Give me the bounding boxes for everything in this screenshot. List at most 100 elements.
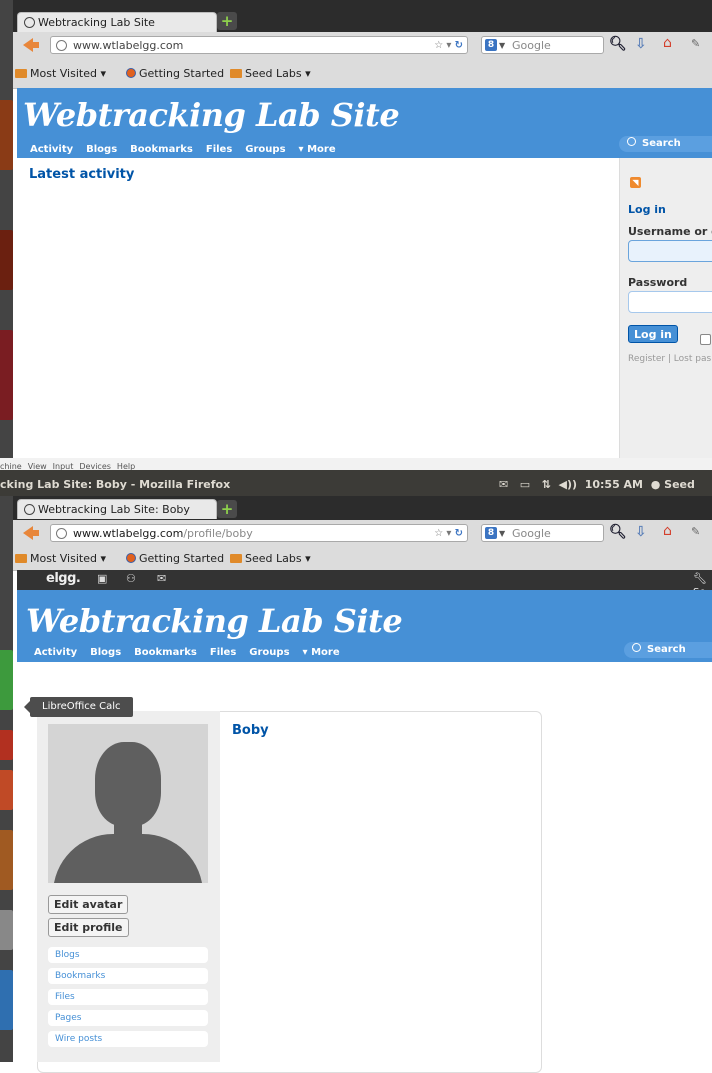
nav-blogs[interactable]: Blogs [86, 144, 117, 155]
launcher-item[interactable] [0, 770, 13, 810]
launcher-item[interactable] [0, 100, 13, 170]
edit-avatar-button[interactable]: Edit avatar [48, 895, 129, 914]
bookmark-getting-started[interactable]: Getting Started [126, 67, 224, 80]
window-title: cking Lab Site: Boby - Mozilla Firefox [0, 478, 231, 491]
launcher-item[interactable] [0, 970, 13, 1030]
login-button[interactable]: Log in [628, 325, 678, 343]
firefox-icon [126, 68, 136, 78]
user-icon: ● [650, 478, 661, 491]
friends-icon[interactable]: ⚇ [126, 572, 136, 585]
password-input[interactable] [628, 291, 712, 313]
profile-icon[interactable]: ▣ [97, 572, 107, 585]
bottom-browser-tab[interactable]: Webtracking Lab Site: Boby [17, 499, 217, 519]
rss-icon[interactable]: ◥ [630, 177, 641, 188]
bookmark-seed-labs[interactable]: Seed Labs ▾ [230, 67, 311, 80]
folder-icon [15, 69, 27, 78]
top-tab-bar: Webtracking Lab Site + [13, 0, 712, 32]
profile-avatar[interactable] [48, 724, 208, 883]
back-arrow-icon[interactable] [23, 526, 39, 540]
url-actions: ☆ ▾ ↻ [434, 528, 463, 539]
tab-title: Webtracking Lab Site: Boby [38, 503, 190, 516]
nav-bookmarks[interactable]: Bookmarks [134, 647, 197, 658]
chevron-down-icon: ▼ [499, 529, 506, 538]
nav-groups[interactable]: Groups [249, 647, 289, 658]
owner-link-blogs[interactable]: Blogs [48, 947, 208, 963]
bottom-bookmarks-bar: Most Visited ▾ Getting Started Seed Labs… [13, 546, 712, 571]
download-icon[interactable]: ⇩ [635, 35, 647, 53]
top-browser-tab[interactable]: Webtracking Lab Site [17, 12, 217, 32]
nav-more[interactable]: ▾ More [303, 647, 353, 658]
bottom-url-bar[interactable]: www.wtlabelgg.com/profile/boby ☆ ▾ ↻ [50, 524, 468, 542]
battery-icon[interactable]: ▭ [520, 478, 530, 491]
vm-menu-bar: chine View Input Devices Help [0, 458, 712, 471]
remember-me-checkbox[interactable] [700, 334, 711, 345]
launcher-item[interactable] [0, 910, 13, 950]
site-nav: Activity Blogs Bookmarks Files Groups ▾ More [30, 144, 362, 155]
launcher-item[interactable] [0, 830, 13, 890]
home-icon[interactable]: ⌂ [663, 522, 672, 540]
mail-icon[interactable]: ✉ [499, 478, 508, 491]
bottom-search-box[interactable]: 8 ▼ Google [481, 524, 604, 542]
search-icon[interactable]: 🔍︎ [609, 523, 627, 541]
user-name[interactable]: Seed [664, 478, 695, 491]
chevron-down-icon: ▼ [499, 41, 506, 50]
nav-bookmarks[interactable]: Bookmarks [130, 144, 193, 155]
unity-launcher-edge [0, 0, 13, 1062]
page-icon [24, 17, 35, 28]
elgg-logo[interactable]: elgg. [46, 571, 81, 586]
launcher-item[interactable] [0, 650, 13, 710]
top-search-box[interactable]: 8 ▼ Google [481, 36, 604, 54]
bookmark-most-visited[interactable]: Most Visited ▾ [15, 67, 106, 80]
site-title[interactable]: Webtracking Lab Site [26, 602, 403, 640]
nav-files[interactable]: Files [210, 647, 236, 658]
top-bookmarks-bar: Most Visited ▾ Getting Started Seed Labs… [13, 58, 712, 89]
nav-blogs[interactable]: Blogs [90, 647, 121, 658]
bookmark-most-visited[interactable]: Most Visited ▾ [15, 552, 106, 565]
nav-more[interactable]: ▾ More [299, 144, 349, 155]
avatar-head [95, 742, 161, 826]
site-search[interactable]: Search [619, 136, 712, 152]
url-path: /profile/boby [183, 527, 253, 540]
ubuntu-top-panel: cking Lab Site: Boby - Mozilla Firefox ✉… [0, 470, 712, 496]
launcher-item[interactable] [0, 730, 13, 760]
folder-icon [15, 554, 27, 563]
home-icon[interactable]: ⌂ [663, 34, 672, 52]
site-title[interactable]: Webtracking Lab Site [23, 96, 400, 134]
username-label: Username or em [628, 225, 712, 238]
bookmark-getting-started[interactable]: Getting Started [126, 552, 224, 565]
launcher-item[interactable] [0, 330, 13, 420]
new-tab-button[interactable]: + [217, 12, 237, 30]
owner-link-wire-posts[interactable]: Wire posts [48, 1031, 208, 1047]
messages-icon[interactable]: ✉ [157, 572, 166, 585]
search-icon[interactable]: 🔍︎ [609, 35, 627, 53]
panel-indicators: ✉ ▭ ⇅ ◀︎)) 10:55 AM ● Seed [499, 478, 695, 492]
network-icon[interactable]: ⇅ [542, 478, 551, 491]
search-engine-icon[interactable]: 8 [485, 527, 497, 539]
username-input[interactable] [628, 240, 712, 262]
clock[interactable]: 10:55 AM [585, 478, 643, 491]
nav-activity[interactable]: Activity [30, 144, 73, 155]
site-search[interactable]: Search [624, 642, 712, 658]
new-tab-button[interactable]: + [217, 500, 237, 518]
bookmark-seed-labs[interactable]: Seed Labs ▾ [230, 552, 311, 565]
url-text: www.wtlabelgg.com [73, 39, 184, 52]
register-lost-password-links[interactable]: Register | Lost pas [628, 354, 711, 364]
addon-icon[interactable]: ✎ [691, 35, 700, 53]
nav-groups[interactable]: Groups [245, 144, 285, 155]
addon-icon[interactable]: ✎ [691, 523, 700, 541]
nav-activity[interactable]: Activity [34, 647, 77, 658]
download-icon[interactable]: ⇩ [635, 523, 647, 541]
folder-icon [230, 554, 242, 563]
volume-icon[interactable]: ◀︎)) [559, 478, 578, 491]
owner-link-pages[interactable]: Pages [48, 1010, 208, 1026]
search-engine-icon[interactable]: 8 [485, 39, 497, 51]
nav-files[interactable]: Files [206, 144, 232, 155]
owner-link-bookmarks[interactable]: Bookmarks [48, 968, 208, 984]
top-url-bar[interactable]: www.wtlabelgg.com ☆ ▾ ↻ [50, 36, 468, 54]
reload-icon[interactable]: ↻ [455, 528, 463, 539]
owner-link-files[interactable]: Files [48, 989, 208, 1005]
edit-profile-button[interactable]: Edit profile [48, 918, 129, 937]
reload-icon[interactable]: ↻ [455, 40, 463, 51]
back-arrow-icon[interactable] [23, 38, 39, 52]
launcher-item[interactable] [0, 230, 13, 290]
